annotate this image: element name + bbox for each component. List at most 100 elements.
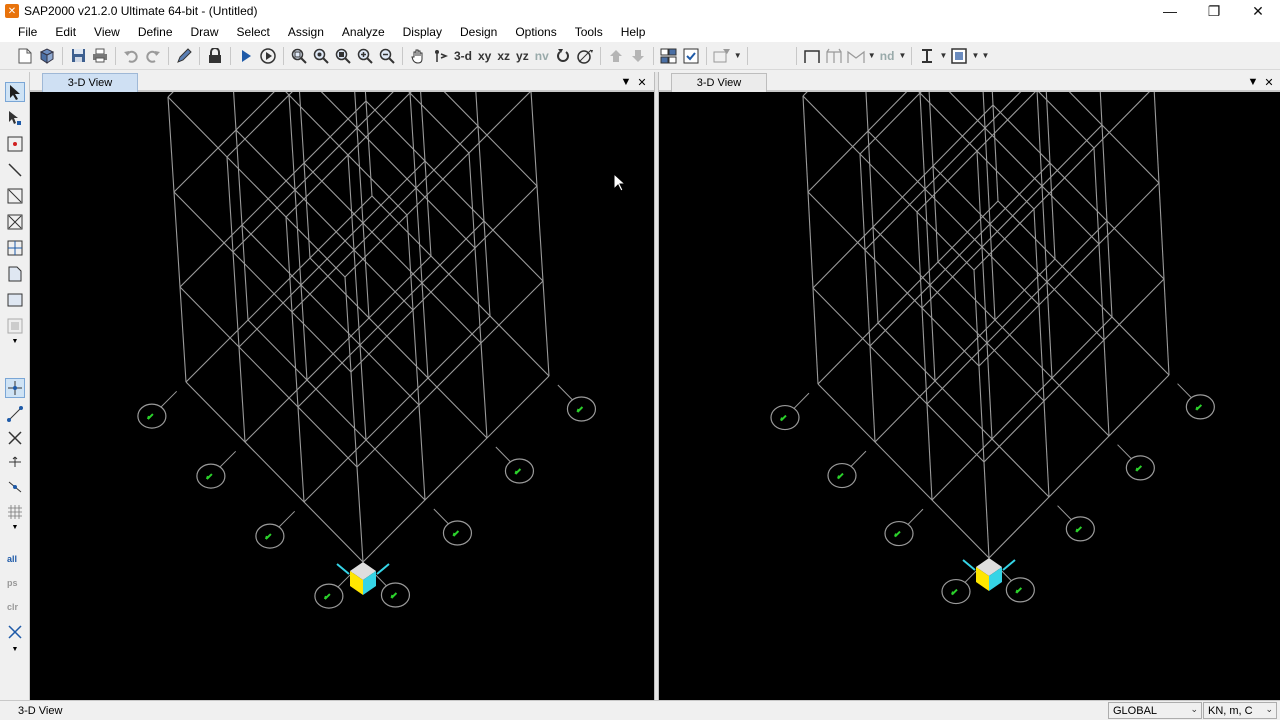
snap-to-lines-icon[interactable] xyxy=(5,476,25,496)
redo-icon[interactable] xyxy=(142,45,164,67)
clear-selection-icon[interactable]: clr xyxy=(5,596,25,616)
model-viewport-left[interactable] xyxy=(30,0,654,700)
menu-display[interactable]: Display xyxy=(397,25,448,39)
quick-draw-braces-icon[interactable] xyxy=(5,212,25,232)
menu-draw[interactable]: Draw xyxy=(185,25,225,39)
intersecting-line-select-icon[interactable] xyxy=(5,622,25,642)
print-icon[interactable] xyxy=(89,45,111,67)
quick-draw-area-icon[interactable] xyxy=(5,316,25,336)
new-file-icon[interactable] xyxy=(14,45,36,67)
close-view-icon[interactable]: ✕ xyxy=(634,74,650,90)
model-canvas-right[interactable] xyxy=(659,0,1280,700)
status-view-name: 3-D View xyxy=(18,705,63,717)
previous-selection-icon[interactable]: ps xyxy=(5,572,25,592)
dropdown-arrow-icon[interactable]: ▼ xyxy=(5,336,25,346)
pointer-tool-icon[interactable] xyxy=(5,82,25,102)
snap-to-perpendicular-icon[interactable] xyxy=(5,452,25,472)
coordinate-system-value: GLOBAL xyxy=(1113,704,1158,717)
rotate-3d-icon[interactable] xyxy=(429,45,451,67)
dropdown-arrow-icon[interactable]: ▼ xyxy=(980,45,990,67)
menu-options[interactable]: Options xyxy=(509,25,562,39)
dropdown-arrow-icon[interactable]: ▼ xyxy=(867,45,877,67)
menu-analyze[interactable]: Analyze xyxy=(336,25,391,39)
menu-design[interactable]: Design xyxy=(454,25,503,39)
draw-rect-area-icon[interactable] xyxy=(5,290,25,310)
save-icon[interactable] xyxy=(67,45,89,67)
minimize-button[interactable]: — xyxy=(1148,0,1192,22)
view-xz-button[interactable]: xz xyxy=(494,45,513,67)
menu-assign[interactable]: Assign xyxy=(282,25,330,39)
grid-line-y xyxy=(244,255,432,443)
restore-button[interactable]: ❐ xyxy=(1192,0,1236,22)
zoom-full-icon[interactable] xyxy=(332,45,354,67)
set-display-options-icon[interactable] xyxy=(658,45,680,67)
grid-line-z xyxy=(919,92,936,382)
show-checkbox-icon[interactable] xyxy=(680,45,702,67)
quick-draw-frame-icon[interactable] xyxy=(5,186,25,206)
model-canvas-left[interactable] xyxy=(30,0,654,700)
dropdown-arrow-icon[interactable]: ▼ xyxy=(733,45,743,67)
close-button[interactable]: ✕ xyxy=(1236,0,1280,22)
snap-to-points-icon[interactable] xyxy=(5,378,25,398)
zoom-restore-icon[interactable] xyxy=(310,45,332,67)
open-model-icon[interactable] xyxy=(36,45,58,67)
tab-3d-view-left[interactable]: 3-D View xyxy=(42,73,138,92)
draw-poly-area-icon[interactable] xyxy=(5,264,25,284)
zoom-in-icon[interactable] xyxy=(354,45,376,67)
undo-icon[interactable] xyxy=(120,45,142,67)
coordinate-system-select[interactable]: GLOBAL ⌄ xyxy=(1108,702,1202,719)
snap-to-intersections-icon[interactable] xyxy=(5,428,25,448)
move-up-icon[interactable] xyxy=(605,45,627,67)
zoom-window-icon[interactable] xyxy=(288,45,310,67)
draw-frame-icon[interactable] xyxy=(801,45,823,67)
dropdown-arrow-icon[interactable]: ▼ xyxy=(5,644,25,654)
menu-view[interactable]: View xyxy=(88,25,126,39)
quick-draw-secondary-beams-icon[interactable] xyxy=(5,238,25,258)
run-step-icon[interactable] xyxy=(257,45,279,67)
menu-file[interactable]: File xyxy=(12,25,43,39)
menu-define[interactable]: Define xyxy=(132,25,179,39)
units-select[interactable]: KN, m, C ⌄ xyxy=(1203,702,1277,719)
draw-frame-line-icon[interactable] xyxy=(5,160,25,180)
section-i-icon[interactable] xyxy=(916,45,938,67)
dropdown-arrow-icon[interactable]: ▼ xyxy=(897,45,907,67)
select-all-icon[interactable]: all xyxy=(5,548,25,568)
window-list-dropdown-icon[interactable]: ▼ xyxy=(1245,74,1261,90)
left-3d-view-panel: 3-D View ▼ ✕ xyxy=(30,0,654,700)
lock-icon[interactable] xyxy=(204,45,226,67)
perspective-toggle-icon[interactable] xyxy=(574,45,596,67)
draw-joint-icon[interactable] xyxy=(5,134,25,154)
dropdown-arrow-icon[interactable]: ▼ xyxy=(5,522,25,532)
close-view-icon[interactable]: ✕ xyxy=(1261,74,1277,90)
view-xy-button[interactable]: xy xyxy=(475,45,494,67)
area-section-icon[interactable] xyxy=(948,45,970,67)
grid-line-x xyxy=(309,257,488,439)
draw-portal-icon[interactable] xyxy=(823,45,845,67)
snap-to-grid-icon[interactable] xyxy=(5,502,25,522)
rotate-view-icon[interactable] xyxy=(552,45,574,67)
menu-select[interactable]: Select xyxy=(231,25,276,39)
dropdown-arrow-icon[interactable]: ▼ xyxy=(970,45,980,67)
run-analysis-icon[interactable] xyxy=(235,45,257,67)
view-3d-button[interactable]: 3-d xyxy=(451,45,475,67)
snap-to-ends-icon[interactable] xyxy=(5,404,25,424)
draw-truss-icon[interactable] xyxy=(845,45,867,67)
menu-help[interactable]: Help xyxy=(615,25,652,39)
dropdown-arrow-icon[interactable]: ▼ xyxy=(938,45,948,67)
window-list-dropdown-icon[interactable]: ▼ xyxy=(618,74,634,90)
pan-hand-icon[interactable] xyxy=(407,45,429,67)
nd-button[interactable]: nd xyxy=(877,45,898,67)
view-yz-button[interactable]: yz xyxy=(513,45,532,67)
show-undeformed-icon[interactable] xyxy=(711,45,733,67)
view-nv-button[interactable]: nv xyxy=(532,45,552,67)
pencil-icon[interactable] xyxy=(173,45,195,67)
move-down-icon[interactable] xyxy=(627,45,649,67)
menu-tools[interactable]: Tools xyxy=(569,25,609,39)
menu-edit[interactable]: Edit xyxy=(49,25,82,39)
zoom-out-icon[interactable] xyxy=(376,45,398,67)
menu-bar: File Edit View Define Draw Select Assign… xyxy=(0,22,1280,42)
grid-line-y xyxy=(921,124,1103,309)
tab-3d-view-right[interactable]: 3-D View xyxy=(671,73,767,92)
model-viewport-right[interactable] xyxy=(659,0,1280,700)
reshape-tool-icon[interactable] xyxy=(5,108,25,128)
